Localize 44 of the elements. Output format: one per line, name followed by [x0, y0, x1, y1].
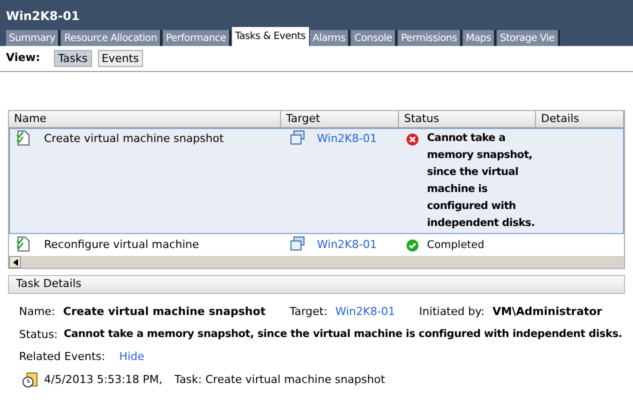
field-label: Related Events: — [19, 349, 106, 365]
field-label: Initiated by: — [419, 304, 485, 320]
horizontal-scrollbar[interactable] — [9, 256, 624, 268]
table-cell-text: Create virtual machine snapshot — [44, 131, 224, 147]
column-header[interactable]: Target — [281, 111, 399, 127]
tab[interactable]: Summary — [6, 30, 60, 46]
field-value: Cannot take a memory snapshot, since the virtual machine is configured with independent disks. — [64, 326, 622, 342]
tab[interactable]: Alarms — [310, 30, 350, 46]
target-link[interactable]: Win2K8-01 — [335, 304, 396, 320]
vm-icon — [290, 236, 305, 251]
tab[interactable]: Console — [351, 30, 398, 46]
vm-icon — [290, 130, 305, 145]
hide-link[interactable]: Hide — [119, 349, 144, 366]
table-cell-text: Reconfigure virtual machine — [44, 237, 200, 253]
view-label: View: — [6, 50, 40, 66]
panel-title: Task Details — [16, 276, 82, 292]
field-label: Name: — [19, 304, 56, 320]
column-header[interactable]: Name — [9, 111, 281, 127]
view-toggle[interactable]: Events — [98, 50, 143, 67]
tab[interactable]: Performance — [162, 30, 231, 46]
tab[interactable]: Resource Allocation — [61, 30, 162, 46]
tab[interactable]: Tasks & Events — [232, 27, 309, 46]
target-link[interactable]: Win2K8-01 — [317, 130, 377, 148]
field-value: VM\Administrator — [492, 304, 602, 320]
tab[interactable]: Permissions — [398, 30, 462, 46]
task-icon — [16, 236, 30, 252]
tab[interactable]: Maps — [462, 30, 496, 46]
field-value: Create virtual machine snapshot — [63, 304, 266, 320]
field-label: Target: — [290, 304, 328, 320]
column-header[interactable]: Details — [536, 111, 624, 127]
column-header[interactable]: Status — [399, 111, 536, 127]
event-time: 4/5/2013 5:53:18 PM, — [44, 372, 162, 388]
event-text: Task: Create virtual machine snapshot — [174, 372, 386, 388]
table-cell-text: Cannot take a memory snapshot, since the virtual machine is configured with independent disks. — [427, 131, 536, 231]
task-icon — [16, 130, 30, 146]
table-row[interactable]: Create virtual machine snapshot Win2K8-01 Cannot take a memory snapshot, since the virtual machine is configured with independent disks. — [9, 128, 624, 234]
target-link[interactable]: Win2K8-01 — [317, 236, 377, 254]
tab[interactable]: Storage Vie — [497, 30, 560, 46]
field-label: Status: — [19, 326, 58, 342]
scroll-left-icon[interactable] — [9, 256, 21, 268]
event-clock-icon — [22, 372, 38, 388]
window-title: Win2K8-01 — [6, 8, 81, 25]
view-toggle[interactable]: Tasks — [54, 50, 92, 67]
table-cell-text: Completed — [427, 238, 486, 253]
